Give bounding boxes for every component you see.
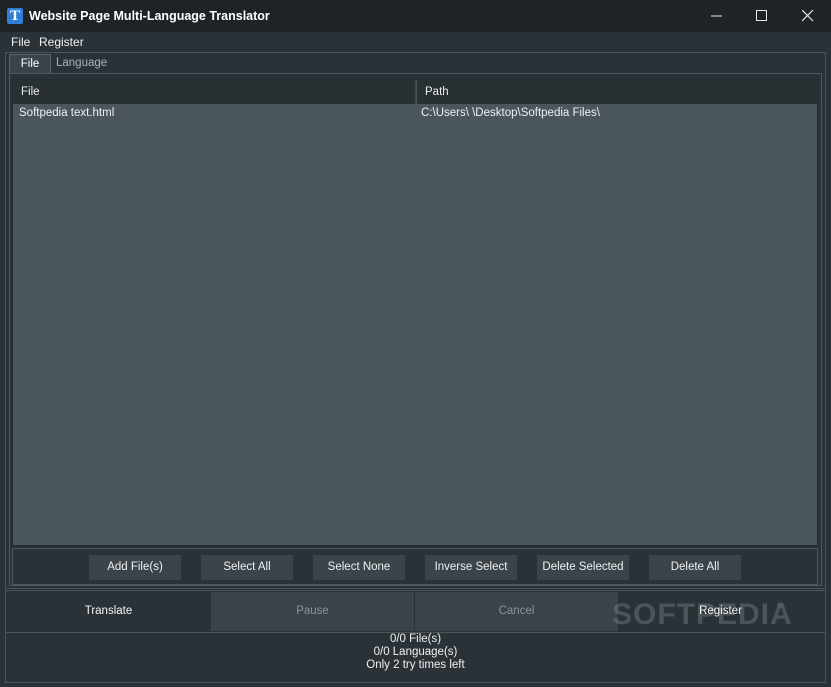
menu-register[interactable]: Register (39, 35, 84, 49)
add-files-button[interactable]: Add File(s) (89, 555, 181, 580)
status-files: 0/0 File(s) (389, 633, 442, 645)
maximize-button[interactable] (739, 0, 785, 32)
select-none-button[interactable]: Select None (313, 555, 405, 580)
column-header-file[interactable]: File (13, 80, 416, 104)
inverse-select-button[interactable]: Inverse Select (425, 555, 517, 580)
pause-button: Pause (211, 592, 414, 631)
window-title: Website Page Multi-Language Translator (29, 9, 270, 23)
tab-language[interactable]: Language (56, 54, 107, 73)
column-header-path[interactable]: Path (417, 80, 817, 104)
translate-button[interactable]: Translate (7, 592, 210, 631)
status-tries-left: Only 2 try times left (366, 659, 465, 671)
menu-bar: File Register (0, 32, 831, 52)
file-table[interactable]: File Path Softpedia text.html C:\Users\ … (12, 79, 818, 546)
app-icon: T (7, 8, 23, 24)
delete-selected-button[interactable]: Delete Selected (537, 555, 629, 580)
menu-file[interactable]: File (11, 35, 30, 49)
minimize-button[interactable] (694, 0, 740, 32)
status-languages: 0/0 Language(s) (373, 646, 458, 658)
cancel-button: Cancel (415, 592, 618, 631)
close-button[interactable] (785, 0, 831, 32)
table-cell-path[interactable]: C:\Users\ \Desktop\Softpedia Files\ (421, 107, 600, 119)
maximize-icon (756, 10, 767, 21)
select-all-button[interactable]: Select All (201, 555, 293, 580)
minimize-icon (711, 15, 722, 17)
title-bar: T Website Page Multi-Language Translator (0, 0, 831, 32)
table-cell-file[interactable]: Softpedia text.html (19, 107, 114, 119)
close-icon (802, 10, 814, 22)
register-button[interactable]: Register (619, 592, 822, 631)
delete-all-button[interactable]: Delete All (649, 555, 741, 580)
tab-file[interactable]: File (9, 54, 51, 73)
